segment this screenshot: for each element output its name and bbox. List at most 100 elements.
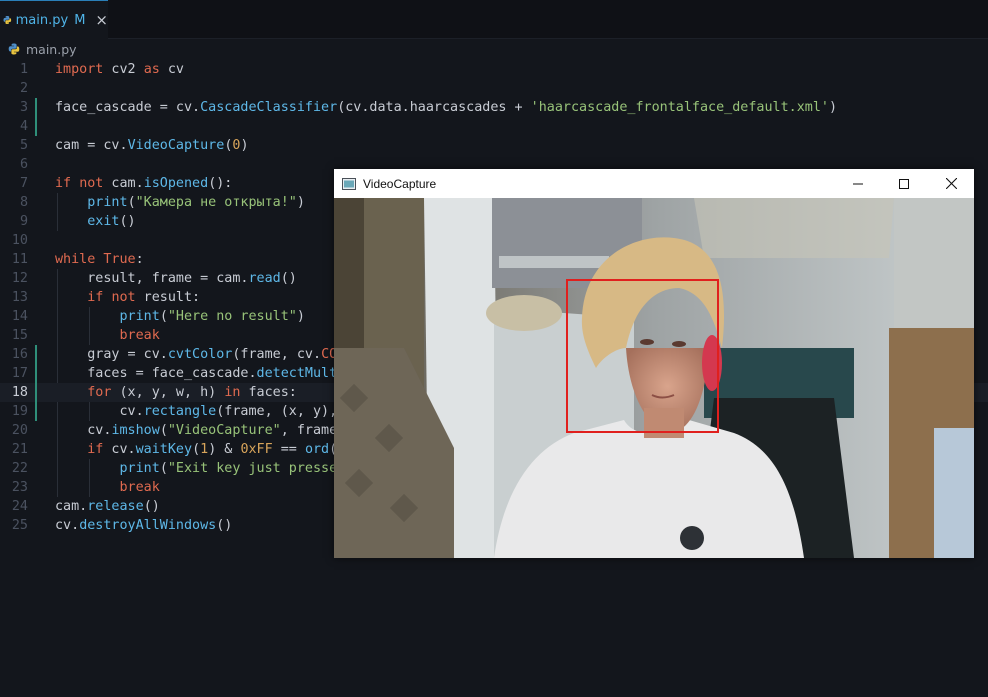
code-token: ( (159, 309, 168, 324)
code-token: as (143, 62, 160, 77)
code-text: cv.destroyAllWindows() (55, 516, 232, 535)
breadcrumb-file: main.py (26, 41, 77, 57)
code-text: print("Here no result") (55, 307, 305, 326)
code-token: print (119, 309, 160, 324)
code-token: not (111, 290, 136, 305)
code-token: "Камера не открыта!" (135, 195, 297, 210)
code-token: if (87, 290, 104, 305)
line-number: 14 (11, 309, 28, 324)
code-token: cam = cv. (55, 138, 128, 153)
code-token: cv (159, 62, 184, 77)
code-line[interactable]: 1 import cv2 as cv (0, 60, 988, 79)
code-token: ) (296, 309, 305, 324)
line-number: 4 (19, 119, 28, 134)
code-line[interactable]: 3 face_cascade = cv.CascadeClassifier(cv.… (0, 98, 988, 117)
webcam-image (334, 198, 974, 558)
line-number: 19 (11, 404, 28, 419)
tab-bar: main.py M × (0, 0, 988, 39)
code-token: for (87, 385, 112, 400)
code-token: ) (240, 138, 249, 153)
code-text: while True: (55, 250, 144, 269)
code-token: cam. (55, 499, 88, 514)
code-token: cam. (103, 176, 144, 191)
code-token: destroyAllWindows (79, 518, 217, 533)
maximize-button[interactable] (881, 169, 927, 198)
code-token: == (272, 442, 305, 457)
tab-close-button[interactable]: × (95, 11, 108, 29)
git-change-marker (35, 117, 37, 136)
code-token: cvtColor (167, 347, 233, 362)
code-text: exit() (55, 212, 136, 231)
line-number: 9 (19, 214, 28, 229)
code-line[interactable]: 4 (0, 117, 988, 136)
code-line[interactable]: 2 (0, 79, 988, 98)
code-token: 1 (200, 442, 209, 457)
code-text: cam = cv.VideoCapture(0) (55, 136, 249, 155)
code-token: () (216, 518, 233, 533)
code-text: break (55, 478, 160, 497)
code-token: ord (304, 442, 330, 457)
code-token: read (248, 271, 281, 286)
code-token: release (87, 499, 144, 514)
code-token: faces = face_cascade. (55, 366, 257, 381)
code-token: print (119, 461, 160, 476)
python-file-icon (8, 43, 20, 55)
code-token: (): (208, 176, 233, 191)
code-text: if not result: (55, 288, 200, 307)
code-text: print("Камера не открыта!") (55, 193, 305, 212)
code-token: not (79, 176, 104, 191)
code-line[interactable]: 5 cam = cv.VideoCapture(0) (0, 136, 988, 155)
git-change-marker (35, 402, 37, 421)
webcam-frame (334, 198, 974, 558)
line-number: 1 (19, 62, 28, 77)
minimize-icon (853, 183, 863, 184)
line-number: 22 (11, 461, 28, 476)
code-token: in (224, 385, 241, 400)
code-token: () (119, 214, 136, 229)
code-text: import cv2 as cv (55, 60, 184, 79)
code-token: "VideoCapture" (167, 423, 281, 438)
code-text: if cv.waitKey(1) & 0xFF == ord(' (55, 440, 345, 459)
line-number: 18 (11, 385, 28, 400)
code-token: if (55, 176, 72, 191)
git-change-marker (35, 383, 37, 402)
code-token: ) & (208, 442, 241, 457)
window-titlebar[interactable]: VideoCapture (334, 169, 974, 198)
videocapture-window[interactable]: VideoCapture (334, 169, 974, 558)
code-token: face_cascade = cv. (55, 100, 201, 115)
tab-label: main.py (15, 12, 69, 28)
line-number: 2 (19, 81, 28, 96)
code-token: ( (127, 195, 136, 210)
python-file-icon (3, 16, 12, 24)
breadcrumb[interactable]: main.py (0, 40, 77, 58)
code-token: cv2 (103, 62, 144, 77)
line-number: 23 (11, 480, 28, 495)
code-token: isOpened (143, 176, 209, 191)
minimize-button[interactable] (835, 169, 881, 198)
code-text: result, frame = cam.read() (55, 269, 297, 288)
code-token: result: (135, 290, 201, 305)
line-number: 7 (19, 176, 28, 191)
line-number: 12 (11, 271, 28, 286)
code-token: ( (159, 423, 168, 438)
code-token: break (119, 480, 160, 495)
code-token: faces: (240, 385, 297, 400)
git-change-marker (35, 345, 37, 364)
line-number: 10 (11, 233, 28, 248)
code-token: VideoCapture (127, 138, 225, 153)
code-token: exit (87, 214, 120, 229)
close-button[interactable] (928, 169, 974, 198)
code-token: cv. (55, 423, 112, 438)
code-text: cam.release() (55, 497, 160, 516)
maximize-icon (899, 178, 909, 189)
code-text: if not cam.isOpened(): (55, 174, 232, 193)
code-token: "Here no result" (167, 309, 297, 324)
code-token: 'haarcascade_frontalface_default.xml' (530, 100, 829, 115)
window-title: VideoCapture (363, 176, 437, 191)
tab-main-py[interactable]: main.py M × (0, 0, 108, 39)
